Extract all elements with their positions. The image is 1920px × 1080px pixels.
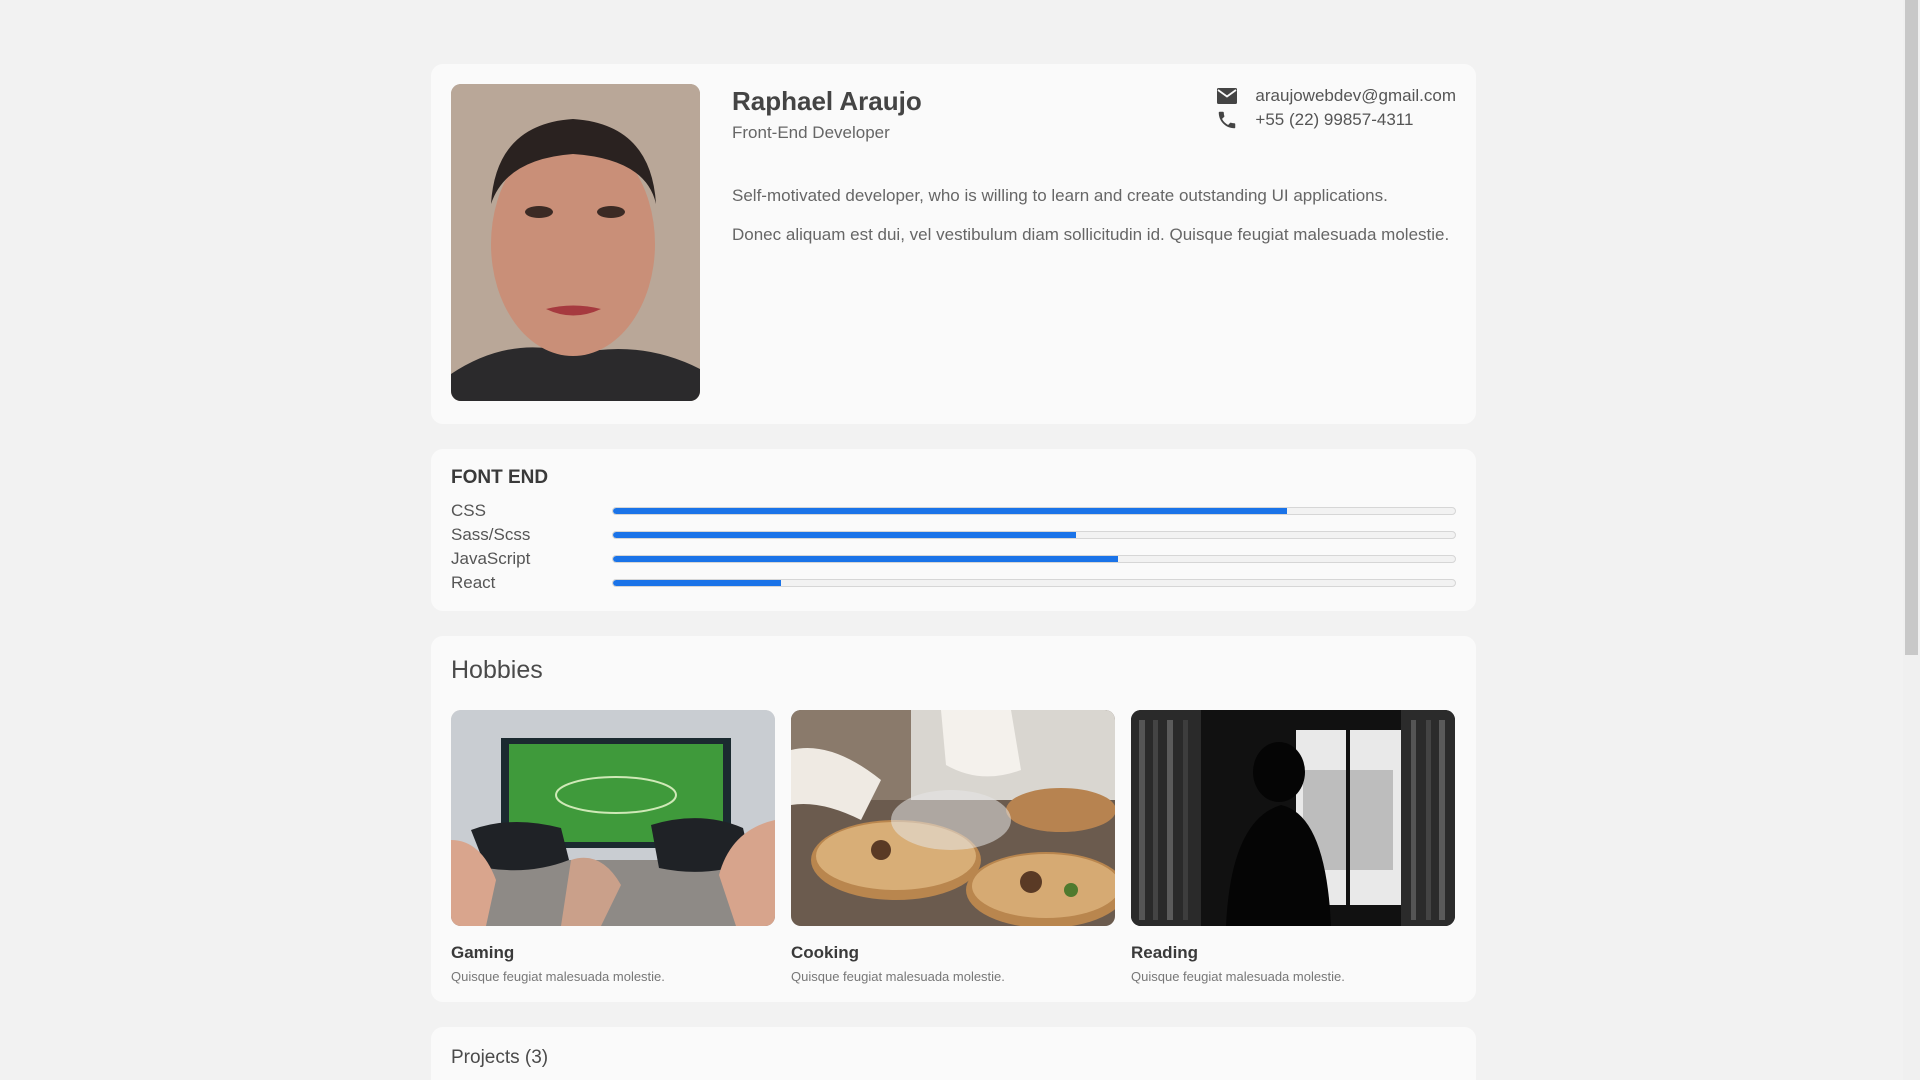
cooking-image: [791, 710, 1115, 926]
hobby-title: Cooking: [791, 943, 859, 962]
hobby-description: Quisque feugiat malesuada molestie.: [791, 969, 1005, 984]
profile-bio: Self-motivated developer, who is willing…: [732, 183, 1456, 247]
skill-row: Sass/Scss: [451, 523, 1456, 547]
skill-bar: [612, 555, 1456, 563]
skill-label: React: [451, 573, 496, 592]
skill-bar-fill: [613, 556, 1119, 562]
hobby-card-gaming[interactable]: Gaming Quisque feugiat malesuada molesti…: [451, 710, 775, 984]
hobbies-title: Hobbies: [451, 656, 543, 684]
skill-bar-fill: [613, 508, 1287, 514]
hobby-description: Quisque feugiat malesuada molestie.: [1131, 969, 1345, 984]
hobby-grid: Gaming Quisque feugiat malesuada molesti…: [451, 710, 1456, 984]
skill-bar: [612, 531, 1456, 539]
hobbies-card: Hobbies Gaming Quisque feugiat malesuada…: [431, 636, 1476, 1002]
phone-row[interactable]: +55 (22) 99857-4311: [1215, 108, 1456, 132]
skill-row: JavaScript: [451, 547, 1456, 571]
bio-paragraph: Donec aliquam est dui, vel vestibulum di…: [732, 225, 1450, 244]
hobby-card-cooking[interactable]: Cooking Quisque feugiat malesuada molest…: [791, 710, 1115, 984]
email-row[interactable]: araujowebdev@gmail.com: [1215, 84, 1456, 108]
projects-title: Projects (3): [451, 1047, 549, 1068]
hobby-description: Quisque feugiat malesuada molestie.: [451, 969, 665, 984]
skill-bar: [612, 579, 1456, 587]
phone-icon: [1215, 108, 1239, 132]
scrollbar-thumb[interactable]: [1905, 0, 1918, 655]
gaming-image: [451, 710, 775, 926]
contact-info: araujowebdev@gmail.com +55 (22) 99857-43…: [1215, 84, 1456, 132]
hobby-title: Reading: [1131, 943, 1199, 962]
hobby-card-reading[interactable]: Reading Quisque feugiat malesuada molest…: [1131, 710, 1455, 984]
bio-paragraph: Self-motivated developer, who is willing…: [732, 186, 1388, 205]
skill-bar-fill: [613, 532, 1077, 538]
email-text[interactable]: araujowebdev@gmail.com: [1255, 86, 1456, 106]
skill-label: JavaScript: [451, 549, 531, 568]
skill-label: CSS: [451, 501, 486, 520]
phone-text[interactable]: +55 (22) 99857-4311: [1255, 110, 1413, 130]
hobby-title: Gaming: [451, 943, 515, 962]
profile-details: Raphael Araujo Front-End Developer arauj…: [732, 84, 1456, 404]
projects-card: Projects (3): [431, 1027, 1476, 1080]
skill-bar-fill: [613, 580, 782, 586]
skills-title: FONT END: [451, 467, 549, 488]
skill-bar: [612, 507, 1456, 515]
skill-row: React: [451, 571, 1456, 595]
page-content: Raphael Araujo Front-End Developer arauj…: [431, 64, 1476, 1080]
skill-label: Sass/Scss: [451, 525, 531, 544]
reading-image: [1131, 710, 1455, 926]
profile-card: Raphael Araujo Front-End Developer arauj…: [431, 64, 1476, 424]
skill-row: CSS: [451, 499, 1456, 523]
mail-icon: [1215, 84, 1239, 108]
profile-photo: [451, 84, 700, 401]
skills-card: FONT END CSS Sass/Scss JavaScript React: [431, 449, 1476, 611]
